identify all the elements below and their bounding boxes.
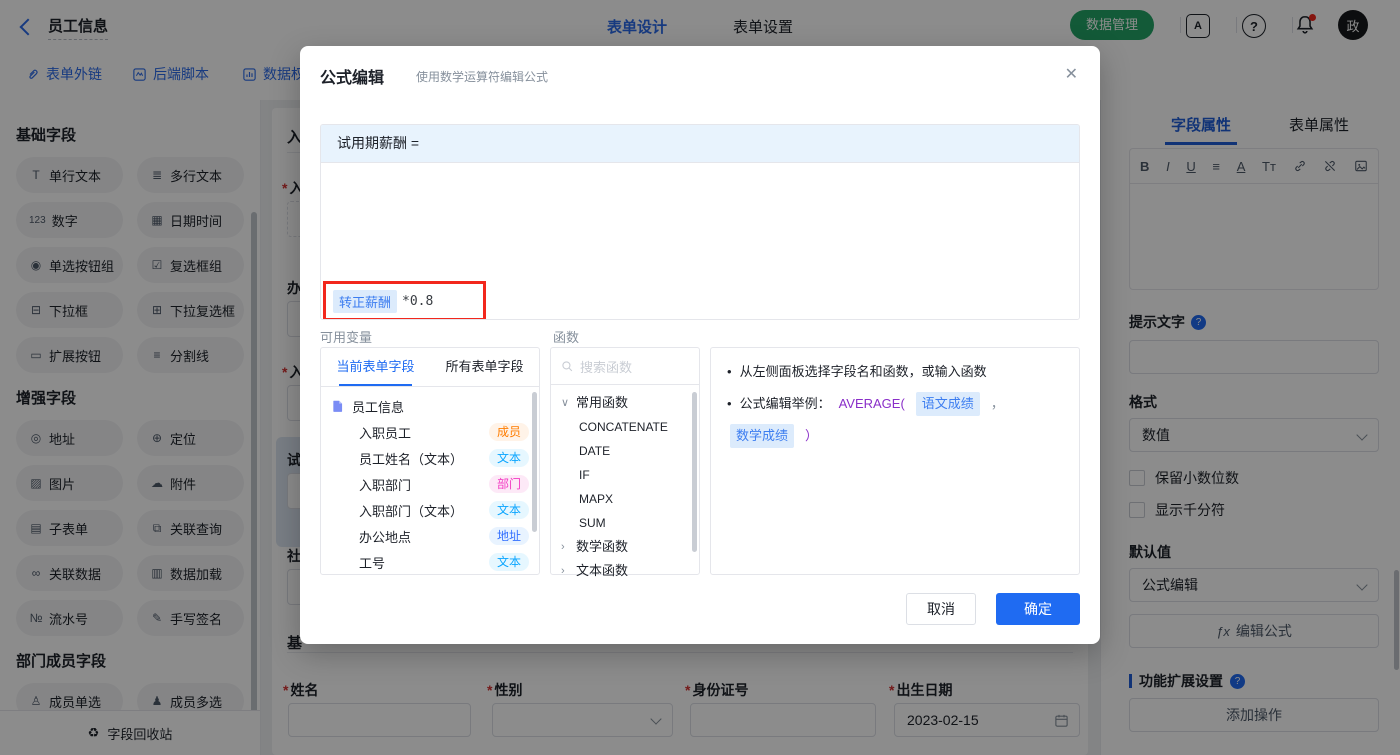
variable-item[interactable]: 工号 文本 [321, 549, 539, 575]
variable-tree-root[interactable]: 员工信息 [321, 393, 539, 419]
function-item[interactable]: MAPX [551, 487, 699, 511]
modal-title: 公式编辑 [320, 70, 385, 87]
variables-panel: 当前表单字段 所有表单字段 员工信息 入职员工 成员 员工姓名（文本） 文本 入职部… [320, 347, 540, 575]
function-name: AVERAGE( [838, 396, 905, 411]
annotation-highlight-box: 转正薪酬 *0.8 [323, 281, 486, 319]
function-group-math[interactable]: › 数学函数 [551, 535, 699, 559]
modal-subtitle: 使用数学运算符编辑公式 [416, 70, 549, 84]
tab-current-form-fields[interactable]: 当前表单字段 [321, 348, 430, 386]
function-item[interactable]: DATE [551, 439, 699, 463]
variable-item[interactable]: 入职员工 成员 [321, 419, 539, 445]
variables-label: 可用变量 [320, 330, 373, 345]
variable-item[interactable]: 入职部门（文本） 文本 [321, 497, 539, 523]
formula-edit-modal: 公式编辑 使用数学运算符编辑公式 ✕ 试用期薪酬 = 转正薪酬 *0.8 可用变… [300, 46, 1100, 644]
formula-target: 试用期薪酬 = [321, 125, 1079, 163]
tab-all-form-fields[interactable]: 所有表单字段 [430, 348, 539, 386]
function-item[interactable]: CONCATENATE [551, 415, 699, 439]
search-icon [562, 360, 573, 371]
variable-item[interactable]: 员工姓名（文本） 文本 [321, 445, 539, 471]
example-field-chip: 语文成绩 [915, 392, 980, 416]
form-file-icon [333, 400, 343, 412]
function-group-common[interactable]: ∨ 常用函数 [551, 391, 699, 415]
formula-expression: *0.8 [402, 293, 434, 309]
close-icon[interactable]: ✕ [1065, 64, 1078, 84]
variable-item[interactable]: 入职部门 部门 [321, 471, 539, 497]
cancel-button[interactable]: 取消 [906, 593, 976, 625]
tip-example-line: • 公式编辑举例： AVERAGE( 语文成绩 ， 数学成绩 ） [727, 392, 1063, 448]
functions-label: 函数 [553, 330, 580, 345]
variable-item[interactable]: 办公地点 地址 [321, 523, 539, 549]
functions-panel: 搜索函数 ∨ 常用函数 CONCATENATE DATE IF MAPX SUM … [550, 347, 700, 578]
type-badge: 成员 [488, 423, 529, 441]
function-item[interactable]: IF [551, 463, 699, 487]
confirm-button[interactable]: 确定 [996, 593, 1080, 625]
app-window: 员工信息 表单设计 表单设置 数据管理 A ? 政 表单外链 后端脚本 数据权 … [0, 0, 1400, 755]
type-badge: 地址 [488, 527, 529, 545]
functions-scrollbar[interactable] [692, 392, 697, 552]
function-group-text[interactable]: › 文本函数 [551, 559, 699, 583]
type-badge: 文本 [488, 449, 529, 467]
variables-scrollbar[interactable] [532, 392, 537, 532]
function-item[interactable]: SUM [551, 511, 699, 535]
example-field-chip: 数学成绩 [730, 424, 795, 448]
function-search[interactable]: 搜索函数 [551, 348, 699, 385]
tips-panel: • 从左侧面板选择字段名和函数，或输入函数 • 公式编辑举例： AVERAGE( … [710, 347, 1080, 575]
type-badge: 文本 [488, 501, 529, 519]
search-placeholder: 搜索函数 [580, 359, 633, 375]
formula-body[interactable]: 转正薪酬 *0.8 [321, 163, 1079, 319]
variables-tabs: 当前表单字段 所有表单字段 [321, 348, 539, 387]
tip-line: • 从左侧面板选择字段名和函数，或输入函数 [727, 364, 987, 379]
field-chip[interactable]: 转正薪酬 [333, 289, 398, 313]
type-badge: 文本 [488, 553, 529, 571]
type-badge: 部门 [488, 475, 529, 493]
formula-editor: 试用期薪酬 = 转正薪酬 *0.8 [320, 124, 1080, 320]
